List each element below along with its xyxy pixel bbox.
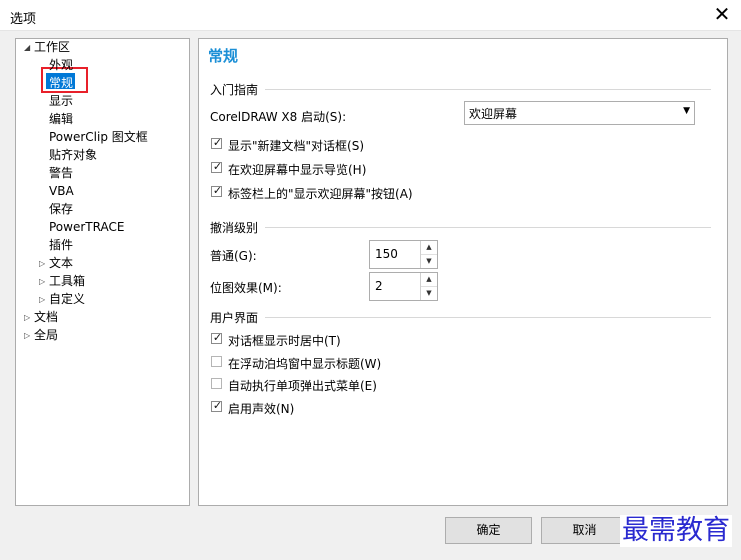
tree-item-global[interactable]: 全局 — [34, 328, 58, 343]
checkmark-icon: ✓ — [212, 136, 223, 149]
spin-down-icon[interactable]: ▼ — [421, 287, 437, 300]
collapsed-arrow-icon[interactable]: ▷ — [39, 274, 45, 289]
tree-item-plugins[interactable]: 插件 — [49, 238, 73, 253]
expanded-arrow-icon[interactable]: ◢ — [24, 40, 30, 55]
tree-item-document[interactable]: 文档 — [34, 310, 58, 325]
ok-button[interactable]: 确定 — [445, 517, 532, 544]
checkbox[interactable]: ✓ — [211, 160, 223, 173]
collapsed-arrow-icon[interactable]: ▷ — [39, 292, 45, 307]
section-divider — [265, 317, 711, 318]
tree-item-edit[interactable]: 编辑 — [49, 112, 73, 127]
checkmark-icon: ✓ — [212, 331, 223, 344]
tree-item-text[interactable]: 文本 — [49, 256, 73, 271]
checkbox[interactable] — [211, 356, 222, 367]
normal-undo-spinner[interactable]: 150 ▲ ▼ — [369, 240, 438, 269]
checkbox-label: 在欢迎屏幕中显示导览(H) — [228, 163, 367, 177]
cancel-button[interactable]: 取消 — [541, 517, 628, 544]
spin-up-icon[interactable]: ▲ — [421, 241, 437, 255]
checkbox[interactable] — [211, 378, 222, 389]
checkbox-label: 启用声效(N) — [228, 402, 295, 416]
normal-undo-label: 普通(G): — [210, 249, 257, 263]
tree-item-appearance[interactable]: 外观 — [49, 58, 73, 73]
checkbox-label: 对话框显示时居中(T) — [228, 334, 341, 348]
collapsed-arrow-icon[interactable]: ▷ — [39, 256, 45, 271]
options-content: 常规 入门指南 CorelDRAW X8 启动(S): 欢迎屏幕 ▼ ✓ 显示"… — [198, 38, 728, 506]
collapsed-arrow-icon[interactable]: ▷ — [24, 328, 30, 343]
normal-undo-value: 150 — [375, 247, 398, 261]
close-icon[interactable]: ✕ — [706, 3, 738, 27]
checkbox[interactable]: ✓ — [211, 331, 223, 344]
bitmap-undo-spinner[interactable]: 2 ▲ ▼ — [369, 272, 438, 301]
title-bar: 选项 ✕ — [0, 0, 741, 31]
spin-down-icon[interactable]: ▼ — [421, 255, 437, 268]
tree-item-vba[interactable]: VBA — [49, 184, 74, 199]
startup-value: 欢迎屏幕 — [469, 107, 518, 121]
startup-dropdown[interactable]: 欢迎屏幕 ▼ — [464, 101, 695, 125]
watermark: 最需教育 — [620, 515, 732, 547]
checkmark-icon: ✓ — [212, 184, 223, 197]
tree-item-powerclip[interactable]: PowerClip 图文框 — [49, 130, 148, 145]
page-title: 常规 — [208, 47, 239, 65]
tree-item-save[interactable]: 保存 — [49, 202, 73, 217]
chevron-down-icon: ▼ — [683, 106, 690, 116]
checkbox-label: 自动执行单项弹出式菜单(E) — [228, 379, 377, 393]
checkbox[interactable]: ✓ — [211, 136, 223, 149]
spin-up-icon[interactable]: ▲ — [421, 273, 437, 287]
checkbox-label: 标签栏上的"显示欢迎屏幕"按钮(A) — [228, 187, 413, 201]
tree-item-toolbox[interactable]: 工具箱 — [49, 274, 85, 289]
checkbox[interactable]: ✓ — [211, 184, 223, 197]
section-divider — [265, 89, 711, 90]
checkbox-label: 显示"新建文档"对话框(S) — [228, 139, 365, 153]
options-tree[interactable]: ◢ 工作区 外观 常规 显示 编辑 PowerClip 图文框 贴齐对象 警告 … — [15, 38, 190, 506]
checkmark-icon: ✓ — [212, 160, 223, 173]
tree-item-snap[interactable]: 贴齐对象 — [49, 148, 97, 163]
section-header-ui: 用户界面 — [210, 311, 259, 325]
tree-item-display[interactable]: 显示 — [49, 94, 73, 109]
section-header-intro: 入门指南 — [210, 83, 259, 97]
checkbox-label: 在浮动泊坞窗中显示标题(W) — [228, 357, 382, 371]
tree-item-customize[interactable]: 自定义 — [49, 292, 85, 307]
bitmap-undo-label: 位图效果(M): — [210, 281, 282, 295]
tree-item-warnings[interactable]: 警告 — [49, 166, 73, 181]
bitmap-undo-value: 2 — [375, 279, 383, 293]
section-header-undo: 撤消级别 — [210, 221, 259, 235]
tree-item-general[interactable]: 常规 — [49, 76, 73, 91]
collapsed-arrow-icon[interactable]: ▷ — [24, 310, 30, 325]
checkbox[interactable]: ✓ — [211, 399, 223, 412]
section-divider — [265, 227, 711, 228]
startup-label: CorelDRAW X8 启动(S): — [210, 110, 347, 124]
window-title: 选项 — [10, 12, 37, 27]
tree-item-powertrace[interactable]: PowerTRACE — [49, 220, 124, 235]
tree-item-workspace[interactable]: 工作区 — [34, 40, 70, 55]
checkmark-icon: ✓ — [212, 399, 223, 412]
